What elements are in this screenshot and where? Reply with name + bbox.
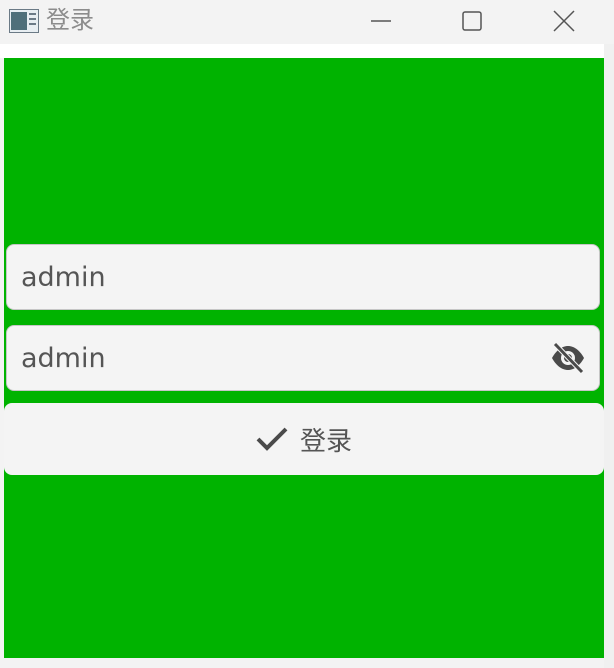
maximize-button[interactable]: [449, 0, 495, 42]
minimize-icon: [370, 10, 392, 32]
username-input[interactable]: [21, 245, 541, 309]
username-field[interactable]: [6, 244, 600, 310]
login-button[interactable]: 登录: [4, 403, 604, 475]
check-icon: [256, 426, 288, 452]
eye-slash-icon[interactable]: [550, 341, 586, 375]
maximize-icon: [461, 10, 483, 32]
login-button-label: 登录: [299, 426, 352, 457]
password-field[interactable]: [6, 325, 600, 391]
login-window: 登录 admin admin 登录: [0, 0, 614, 668]
minimize-button[interactable]: [358, 0, 404, 42]
title-bar[interactable]: 登录: [0, 0, 614, 44]
close-icon: [552, 9, 576, 33]
app-window-icon: [9, 9, 39, 33]
window-edge: [604, 44, 614, 668]
close-button[interactable]: [541, 0, 587, 42]
window-title: 登录: [46, 6, 94, 34]
content-border: [0, 44, 614, 58]
password-input[interactable]: [21, 326, 541, 390]
